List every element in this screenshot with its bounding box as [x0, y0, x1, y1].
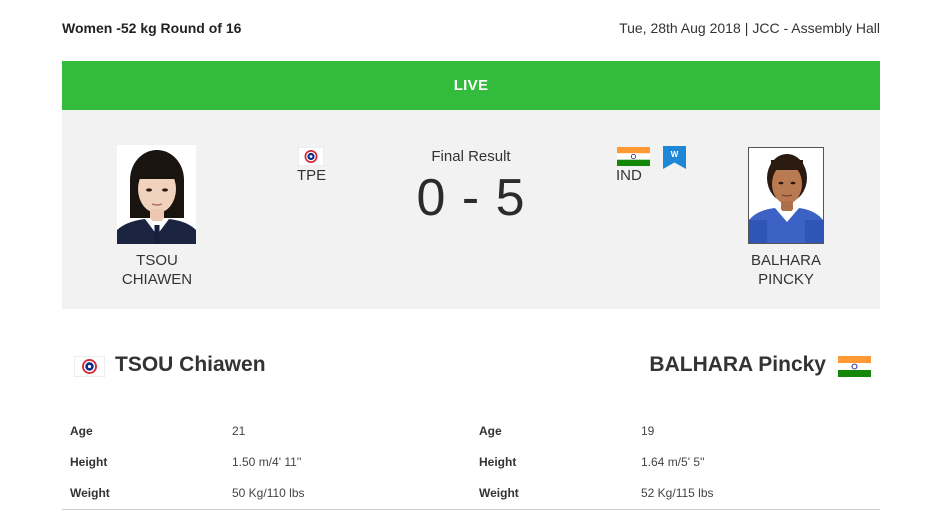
- live-status-bar: LIVE: [62, 61, 880, 110]
- match-score: 0 - 5: [416, 169, 526, 227]
- meta-separator: |: [744, 20, 749, 36]
- athlete-detail-name-right[interactable]: BALHARA Pincky: [649, 353, 826, 377]
- table-row: Height 1.50 m/4' 11'' Height 1.64 m/5' 5…: [62, 445, 880, 476]
- athlete-name-left[interactable]: TSOU CHIAWEN: [97, 251, 217, 289]
- table-row: Weight 50 Kg/110 lbs Weight 52 Kg/115 lb…: [62, 476, 880, 507]
- age-value-right: 19: [641, 424, 655, 438]
- athlete-photo-right[interactable]: [748, 147, 824, 244]
- table-row: Age 21 Age 19: [62, 414, 880, 445]
- height-value-right: 1.64 m/5' 5'': [641, 455, 705, 469]
- india-flag-icon: [838, 356, 871, 377]
- height-label-right: Height: [479, 455, 517, 469]
- athlete-right-surname: BALHARA: [750, 252, 822, 269]
- country-code-left: TPE: [297, 167, 327, 184]
- match-venue: JCC - Assembly Hall: [752, 20, 880, 36]
- match-meta: Tue, 28th Aug 2018 | JCC - Assembly Hall: [619, 20, 880, 36]
- india-flag-icon: [617, 147, 650, 166]
- final-result-label: Final Result: [431, 148, 511, 165]
- athlete-detail-name-left[interactable]: TSOU Chiawen: [115, 353, 266, 377]
- athlete-stats-table: Age 21 Age 19 Height 1.50 m/4' 11'' Heig…: [62, 414, 880, 510]
- athlete-left-given: CHIAWEN: [121, 271, 193, 288]
- chinese-taipei-flag-icon: [297, 146, 325, 167]
- weight-value-left: 50 Kg/110 lbs: [232, 486, 305, 500]
- athlete-photo-left[interactable]: [117, 145, 196, 244]
- athlete-right-given: PINCKY: [758, 271, 814, 288]
- winner-badge-icon: W: [663, 146, 686, 169]
- weight-label-left: Weight: [70, 486, 110, 500]
- weight-label-right: Weight: [479, 486, 519, 500]
- score-panel: TSOU CHIAWEN TPE Final Result 0 - 5 IND …: [62, 110, 880, 309]
- match-header: Women -52 kg Round of 16 Tue, 28th Aug 2…: [62, 18, 880, 40]
- age-label-left: Age: [70, 424, 93, 438]
- height-label-left: Height: [70, 455, 108, 469]
- athlete-left-surname: TSOU: [136, 252, 178, 269]
- winner-badge-text: W: [671, 150, 679, 159]
- country-code-right: IND: [616, 167, 642, 184]
- match-date: Tue, 28th Aug 2018: [619, 20, 741, 36]
- athlete-name-right[interactable]: BALHARA PINCKY: [726, 251, 846, 289]
- chinese-taipei-flag-icon: [73, 355, 106, 378]
- weight-value-right: 52 Kg/115 lbs: [641, 486, 714, 500]
- height-value-left: 1.50 m/4' 11'': [232, 455, 302, 469]
- age-label-right: Age: [479, 424, 502, 438]
- event-title: Women -52 kg Round of 16: [62, 20, 242, 36]
- age-value-left: 21: [232, 424, 246, 438]
